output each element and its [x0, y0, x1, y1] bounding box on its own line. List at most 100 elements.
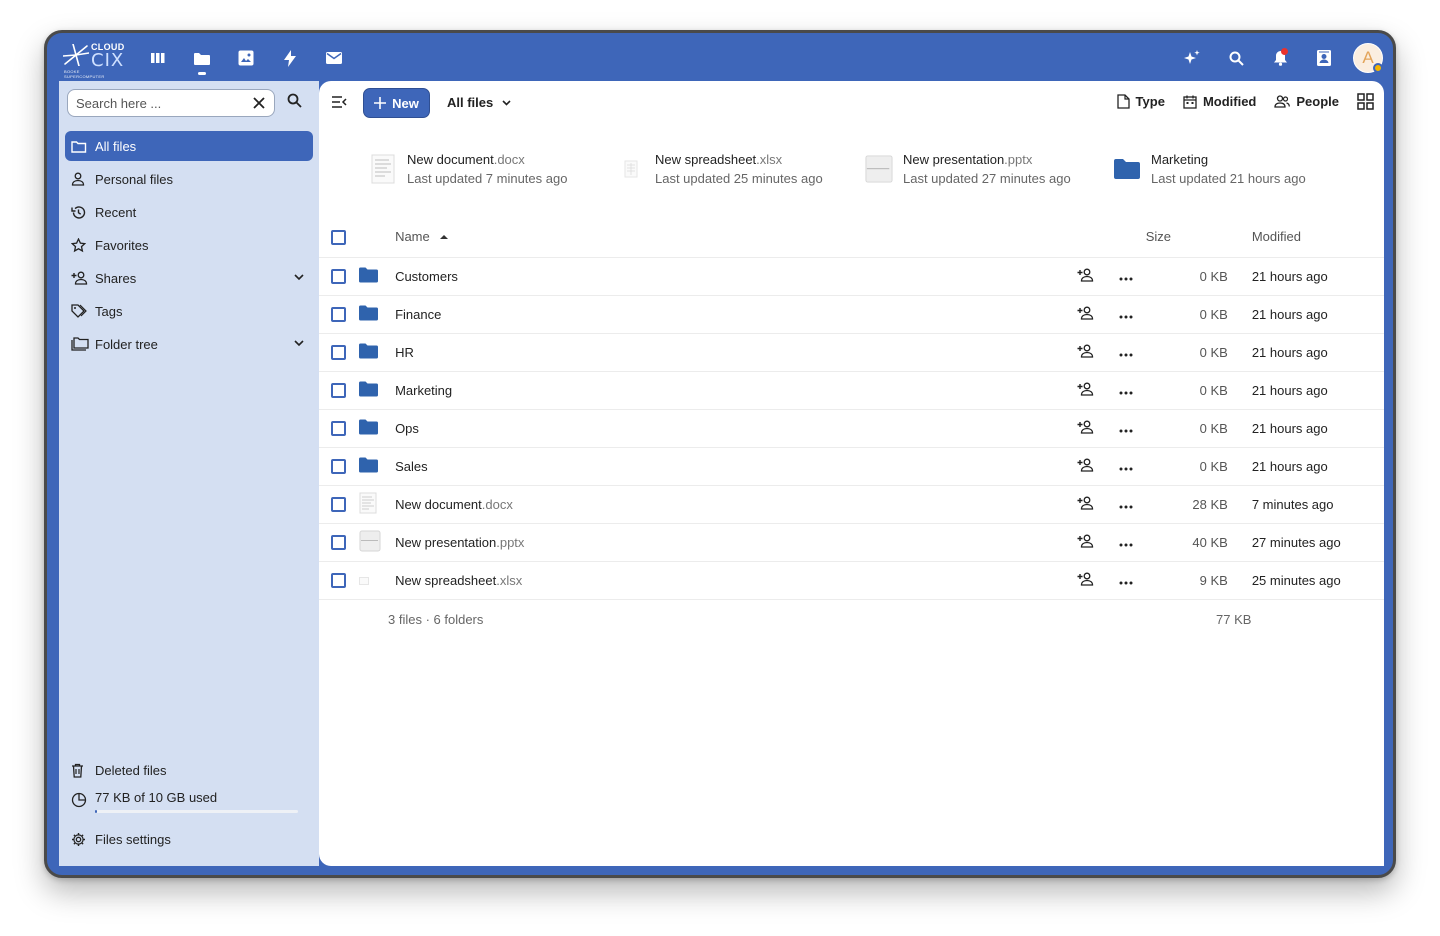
row-checkbox[interactable]	[331, 573, 346, 589]
dashboard-app[interactable]	[139, 43, 177, 73]
share-button[interactable]	[1077, 420, 1094, 434]
table-row[interactable]: Sales 0 KB 21 hours ago	[319, 447, 1384, 486]
more-actions-button[interactable]	[1119, 581, 1133, 585]
file-name[interactable]: New document.docx	[395, 485, 1066, 524]
folder-icon	[359, 381, 379, 396]
dots-horizontal-icon	[1119, 429, 1133, 432]
search-input[interactable]	[76, 95, 246, 111]
quota-progress-fill	[95, 810, 98, 813]
notifications-button[interactable]	[1261, 43, 1299, 73]
clear-search-button[interactable]	[250, 94, 268, 115]
sidebar-item-all-files[interactable]: All files	[65, 131, 313, 161]
table-row[interactable]: Finance 0 KB 21 hours ago	[319, 295, 1384, 334]
user-avatar[interactable]: A	[1353, 43, 1383, 73]
row-checkbox[interactable]	[331, 421, 346, 437]
filter-type[interactable]: Type	[1116, 94, 1165, 109]
table-row[interactable]: New document.docx 28 KB 7 minutes ago	[319, 485, 1384, 524]
activity-app[interactable]	[271, 43, 309, 73]
sidebar-item-tags[interactable]: Tags	[65, 296, 313, 326]
share-button[interactable]	[1077, 496, 1094, 510]
share-button[interactable]	[1077, 458, 1094, 472]
more-actions-button[interactable]	[1119, 277, 1133, 281]
sidebar: All files Personal files Recent Favorite…	[59, 81, 319, 866]
row-checkbox[interactable]	[331, 345, 346, 361]
sidebar-item-folder-tree[interactable]: Folder tree	[65, 329, 313, 359]
expand-shares-button[interactable]	[293, 271, 305, 286]
table-row[interactable]: New presentation.pptx 40 KB 27 minutes ago	[319, 523, 1384, 562]
brand-logo[interactable]: CLOUD CIX BOOKE SUPERCOMPUTER	[61, 39, 124, 79]
sidebar-item-personal-files[interactable]: Personal files	[65, 164, 313, 194]
grid-view-toggle[interactable]	[1357, 93, 1374, 110]
more-actions-button[interactable]	[1119, 315, 1133, 319]
quota-text: 77 KB of 10 GB used	[95, 790, 218, 805]
row-checkbox[interactable]	[331, 535, 346, 551]
row-checkbox[interactable]	[331, 459, 346, 475]
spreadsheet-thumbnail	[617, 152, 645, 186]
share-button[interactable]	[1077, 572, 1094, 586]
file-name[interactable]: Marketing	[395, 371, 1066, 410]
unified-search-button[interactable]	[1217, 43, 1255, 73]
filter-people[interactable]: People	[1274, 94, 1339, 109]
contacts-button[interactable]	[1305, 43, 1343, 73]
recent-file-card[interactable]: New spreadsheet.xlsx Last updated 25 min…	[617, 147, 865, 191]
photos-app[interactable]	[227, 43, 265, 73]
share-icon	[1077, 420, 1094, 434]
gear-icon	[72, 832, 85, 846]
top-bar: CLOUD CIX BOOKE SUPERCOMPUTER A	[47, 33, 1393, 81]
table-row[interactable]: New spreadsheet.xlsx 9 KB 25 minutes ago	[319, 561, 1384, 600]
more-actions-button[interactable]	[1119, 429, 1133, 433]
expand-folder-tree-button[interactable]	[293, 337, 305, 352]
table-row[interactable]: Customers 0 KB 21 hours ago	[319, 257, 1384, 296]
toggle-navigation-button[interactable]	[331, 95, 347, 114]
recent-file-card[interactable]: Marketing Last updated 21 hours ago	[1113, 147, 1361, 191]
more-actions-button[interactable]	[1119, 353, 1133, 357]
row-checkbox[interactable]	[331, 307, 346, 323]
row-checkbox[interactable]	[331, 269, 346, 285]
share-button[interactable]	[1077, 344, 1094, 358]
file-name[interactable]: New presentation.pptx	[395, 523, 1066, 562]
search-submit-button[interactable]	[287, 93, 302, 113]
select-all-checkbox[interactable]	[331, 229, 346, 245]
file-name[interactable]: New spreadsheet.xlsx	[395, 561, 1066, 600]
mail-app[interactable]	[315, 43, 353, 73]
table-row[interactable]: HR 0 KB 21 hours ago	[319, 333, 1384, 372]
share-button[interactable]	[1077, 306, 1094, 320]
file-type-icon	[359, 492, 377, 517]
more-actions-button[interactable]	[1119, 543, 1133, 547]
more-actions-button[interactable]	[1119, 467, 1133, 471]
breadcrumb-current: All files	[447, 95, 494, 110]
share-button[interactable]	[1077, 534, 1094, 548]
new-button[interactable]: New	[363, 88, 430, 118]
sort-by-modified[interactable]: Modified	[1243, 217, 1384, 258]
file-name[interactable]: Finance	[395, 295, 1066, 334]
sidebar-item-recent[interactable]: Recent	[65, 197, 313, 227]
share-button[interactable]	[1077, 268, 1094, 282]
table-row[interactable]: Ops 0 KB 21 hours ago	[319, 409, 1384, 448]
file-name[interactable]: Customers	[395, 257, 1066, 296]
recent-file-card[interactable]: New presentation.pptx Last updated 27 mi…	[865, 147, 1113, 191]
sidebar-item-favorites[interactable]: Favorites	[65, 230, 313, 260]
file-size: 0 KB	[1145, 371, 1244, 410]
files-app[interactable]	[183, 43, 221, 75]
sort-by-name[interactable]: Name	[395, 217, 1066, 258]
more-actions-button[interactable]	[1119, 505, 1133, 509]
file-name[interactable]: Sales	[395, 447, 1066, 486]
assistant-button[interactable]	[1173, 43, 1211, 73]
sidebar-item-files-settings[interactable]: Files settings	[65, 824, 313, 854]
folder-icon	[1114, 159, 1140, 179]
file-name[interactable]: Ops	[395, 409, 1066, 448]
file-size: 0 KB	[1145, 409, 1244, 448]
sidebar-item-deleted-files[interactable]: Deleted files	[65, 755, 313, 785]
filter-modified[interactable]: Modified	[1183, 94, 1256, 109]
breadcrumb[interactable]: All files	[447, 95, 512, 110]
more-actions-button[interactable]	[1119, 391, 1133, 395]
file-name[interactable]: HR	[395, 333, 1066, 372]
storage-quota[interactable]: 77 KB of 10 GB used	[65, 788, 313, 824]
share-button[interactable]	[1077, 382, 1094, 396]
table-row[interactable]: Marketing 0 KB 21 hours ago	[319, 371, 1384, 410]
row-checkbox[interactable]	[331, 497, 346, 513]
row-checkbox[interactable]	[331, 383, 346, 399]
recent-file-card[interactable]: New document.docx Last updated 7 minutes…	[369, 147, 617, 191]
sidebar-item-shares[interactable]: Shares	[65, 263, 313, 293]
sort-by-size[interactable]: Size	[1145, 217, 1244, 258]
